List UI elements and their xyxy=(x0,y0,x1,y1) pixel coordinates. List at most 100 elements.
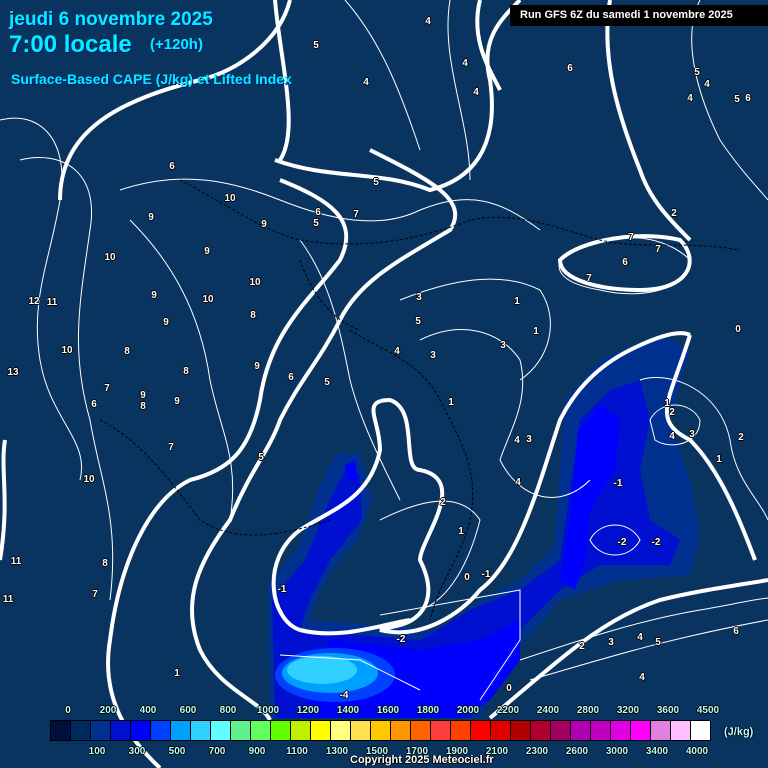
legend-tick-top: 1200 xyxy=(296,705,320,716)
contour-label: 9 xyxy=(151,290,157,301)
contour-label: 8 xyxy=(183,366,189,377)
legend-tick-bottom: 100 xyxy=(88,746,106,757)
contour-label: 10 xyxy=(61,345,73,356)
contour-label: 9 xyxy=(261,219,267,230)
contour-label: 6 xyxy=(169,161,175,172)
contour-label: 5 xyxy=(415,316,421,327)
contour-label: 10 xyxy=(104,252,116,263)
legend-swatch xyxy=(151,721,171,740)
contour-label: 10 xyxy=(202,294,214,305)
legend-swatch xyxy=(351,721,371,740)
contour-label: 12 xyxy=(28,296,40,307)
legend-swatch xyxy=(391,721,411,740)
legend-tick-top: 1800 xyxy=(416,705,440,716)
contour-label: 7 xyxy=(92,589,98,600)
legend-tick-top: 800 xyxy=(219,705,237,716)
legend-swatch xyxy=(171,721,191,740)
legend-swatch xyxy=(551,721,571,740)
legend-swatch xyxy=(491,721,511,740)
contour-label: 3 xyxy=(430,350,436,361)
contour-label: -1 xyxy=(613,478,623,489)
contour-label: 10 xyxy=(83,474,95,485)
legend-tick-top: 2800 xyxy=(576,705,600,716)
contour-label: 2 xyxy=(669,407,675,418)
legend-tick-top: 1400 xyxy=(336,705,360,716)
contour-label: 4 xyxy=(669,431,675,442)
legend-swatch xyxy=(451,721,471,740)
contour-label: 3 xyxy=(500,340,506,351)
contour-label: 7 xyxy=(104,383,110,394)
contour-label: 4 xyxy=(514,435,520,446)
contour-label: 7 xyxy=(353,209,359,220)
contour-label: 0 xyxy=(735,324,741,335)
legend-tick-top: 400 xyxy=(139,705,157,716)
contour-label: 6 xyxy=(315,207,321,218)
contour-label: -4 xyxy=(339,690,349,701)
cape-area-lightest xyxy=(287,656,357,684)
contour-label: 9 xyxy=(254,361,260,372)
contour-label: 6 xyxy=(745,93,751,104)
contour-label: 9 xyxy=(204,246,210,257)
contour-label: 4 xyxy=(462,58,468,69)
legend-swatch xyxy=(271,721,291,740)
legend-tick-bottom: 3000 xyxy=(605,746,629,757)
contour-label: 11 xyxy=(2,594,14,605)
contour-label: -2 xyxy=(651,537,661,548)
contour-label: 3 xyxy=(526,434,532,445)
legend-tick-top: 0 xyxy=(65,705,71,716)
contour-label: 1 xyxy=(458,526,464,537)
legend-tick-bottom: 900 xyxy=(248,746,266,757)
contour-label: 2 xyxy=(440,497,446,508)
legend-tick-top: 3600 xyxy=(656,705,680,716)
contour-label: 5 xyxy=(313,40,319,51)
legend-tick-bottom: 500 xyxy=(168,746,186,757)
forecast-time: 7:00 locale xyxy=(9,31,132,58)
contour-label: 1 xyxy=(448,397,454,408)
contour-label: 8 xyxy=(140,401,146,412)
parameter-title: Surface-Based CAPE (J/kg) et Lifted Inde… xyxy=(11,71,292,87)
legend-tick-top: 2000 xyxy=(456,705,480,716)
contour-label: 6 xyxy=(567,63,573,74)
contour-label: 9 xyxy=(174,396,180,407)
map-canvas xyxy=(0,0,768,768)
legend-tick-top: 1600 xyxy=(376,705,400,716)
contour-label: -1 xyxy=(481,569,491,580)
legend-tick-top: 2400 xyxy=(536,705,560,716)
contour-label: 5 xyxy=(694,67,700,78)
contour-label: 9 xyxy=(140,390,146,401)
contour-label: 13 xyxy=(7,367,19,378)
legend-tick-top: 3200 xyxy=(616,705,640,716)
legend-swatch xyxy=(671,721,691,740)
forecast-lead: (+120h) xyxy=(150,36,203,53)
contour-label: 8 xyxy=(124,346,130,357)
legend-swatch xyxy=(191,721,211,740)
legend-swatch xyxy=(111,721,131,740)
contour-label: 4 xyxy=(394,346,400,357)
contour-label: 7 xyxy=(655,244,661,255)
legend-swatch xyxy=(211,721,231,740)
color-legend xyxy=(50,720,711,741)
legend-swatch xyxy=(411,721,431,740)
contour-label: 5 xyxy=(258,452,264,463)
legend-tick-top: 2200 xyxy=(496,705,520,716)
contour-label: 5 xyxy=(734,94,740,105)
legend-tick-bottom: 2600 xyxy=(565,746,589,757)
legend-swatch xyxy=(631,721,651,740)
contour-label: 6 xyxy=(622,257,628,268)
contour-label: 8 xyxy=(102,558,108,569)
copyright: Copyright 2025 Meteociel.fr xyxy=(350,754,494,766)
legend-swatch xyxy=(331,721,351,740)
contour-label: 1 xyxy=(514,296,520,307)
legend-tick-bottom: 300 xyxy=(128,746,146,757)
contour-label: 0 xyxy=(464,572,470,583)
contour-label: 4 xyxy=(363,77,369,88)
contour-label: 8 xyxy=(250,310,256,321)
legend-swatch xyxy=(651,721,671,740)
legend-swatch xyxy=(511,721,531,740)
contour-label: 5 xyxy=(655,637,661,648)
contour-label: -2 xyxy=(396,634,406,645)
contour-label: 11 xyxy=(10,556,22,567)
legend-swatch xyxy=(71,721,91,740)
contour-label: 0 xyxy=(506,683,512,694)
contour-label: 1 xyxy=(716,454,722,465)
